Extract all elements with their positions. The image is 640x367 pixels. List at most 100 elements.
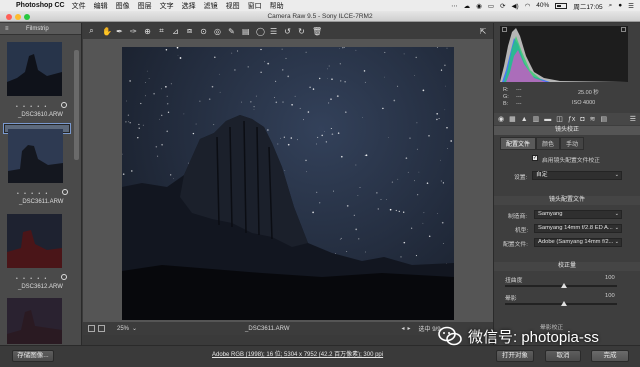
menu-image[interactable]: 图像 (116, 1, 130, 11)
rotate-right-icon[interactable]: ↻ (298, 27, 305, 36)
menu-help[interactable]: 帮助 (270, 1, 284, 11)
graduated-filter-icon[interactable]: ▤ (242, 27, 250, 36)
crop-tool-icon[interactable]: ⌗ (158, 26, 165, 36)
transform-tool-icon[interactable]: ⧈ (186, 26, 193, 36)
filmstrip-thumb[interactable]: • • • • • _DSC3610.ARW (4, 38, 70, 122)
white-balance-tool-icon[interactable]: ✒ (116, 27, 123, 36)
prev-image-icon[interactable]: ◂ (402, 325, 405, 332)
highlight-clipping-warning-icon[interactable] (621, 27, 626, 32)
tab-camera-calibration-icon[interactable]: ◘ (580, 116, 584, 123)
profile-select[interactable]: Adobe (Samyang 14mm f/2... ⌄ (534, 238, 622, 247)
tab-tone-curve-icon[interactable]: ▦ (509, 115, 516, 123)
sync-icon[interactable]: ⟳ (500, 2, 505, 10)
make-select[interactable]: Samyang ⌄ (534, 210, 622, 219)
menu-type[interactable]: 文字 (160, 1, 174, 11)
zoom-tool-icon[interactable]: ⌕ (88, 26, 95, 36)
preferences-icon[interactable]: ☰ (270, 27, 277, 36)
panel-menu-icon[interactable]: ☰ (630, 115, 636, 123)
tab-hsl-icon[interactable]: ▥ (533, 115, 540, 123)
rgb-r-value: --- (516, 87, 522, 93)
app-menu[interactable]: Photoshop CC (16, 2, 65, 9)
radial-filter-icon[interactable]: ◯ (256, 27, 265, 36)
shadow-clipping-warning-icon[interactable] (502, 27, 507, 32)
rating-stars[interactable]: • • • • • (16, 276, 48, 282)
spotlight-icon[interactable]: ⌕ (609, 2, 613, 10)
zoom-out-icon[interactable] (88, 325, 95, 332)
clock[interactable]: 周二17:05 (573, 1, 602, 11)
menu-filter[interactable]: 滤镜 (204, 1, 218, 11)
workflow-options-link[interactable]: Adobe RGB (1998); 16 位; 5304 x 7952 (42.… (212, 349, 383, 358)
filmstrip-thumb[interactable]: • • • • • _DSC3612.ARW (4, 210, 70, 294)
vignette-value[interactable]: 100 (605, 293, 615, 299)
menu-layer[interactable]: 图层 (138, 1, 152, 11)
model-select[interactable]: Samyang 14mm f/2.8 ED A... ⌄ (534, 224, 622, 233)
star (183, 113, 185, 115)
adjustment-brush-icon[interactable]: ✎ (228, 27, 235, 36)
done-button[interactable]: 完成 (591, 350, 629, 362)
subtab-profile[interactable]: 配置文件 (500, 137, 537, 150)
tab-effects-icon[interactable]: ƒx (568, 116, 575, 123)
battery-icon[interactable] (555, 2, 568, 9)
subtab-color[interactable]: 颜色 (536, 137, 561, 150)
next-image-icon[interactable]: ▸ (408, 325, 411, 332)
rating-stars[interactable]: • • • • • (17, 191, 49, 198)
menu-view[interactable]: 视图 (226, 1, 240, 11)
tab-snapshots-icon[interactable]: ▤ (600, 115, 607, 123)
preview-image[interactable] (122, 47, 454, 320)
minimize-window-icon[interactable] (15, 13, 21, 20)
color-sampler-tool-icon[interactable]: ✑ (130, 27, 137, 36)
fullscreen-toggle-icon[interactable]: ⇱ (476, 23, 490, 39)
cloud-icon[interactable]: ☁ (464, 2, 471, 10)
save-image-button[interactable]: 存储图像... (12, 350, 54, 362)
filmstrip-thumb[interactable] (4, 294, 70, 344)
targeted-adjustment-tool-icon[interactable]: ⊕ (144, 27, 151, 36)
filmstrip-menu-icon[interactable]: ≡ (5, 23, 9, 35)
tab-detail-icon[interactable]: ▲ (521, 116, 528, 123)
cancel-button[interactable]: 取消 (545, 350, 581, 362)
rotate-left-icon[interactable]: ↺ (284, 27, 291, 36)
filmstrip-thumb-selected[interactable]: • • • • • _DSC3611.ARW (3, 123, 71, 205)
zoom-window-icon[interactable] (24, 13, 30, 20)
star (355, 164, 357, 166)
zoom-dropdown-icon[interactable]: ⌄ (132, 325, 137, 332)
setup-select[interactable]: 自定 ⌄ (532, 171, 622, 180)
menu-select[interactable]: 选择 (182, 1, 196, 11)
red-eye-tool-icon[interactable]: ◎ (214, 27, 221, 36)
enable-profile-checkbox[interactable]: ✓ (532, 155, 538, 161)
distortion-slider-knob[interactable] (561, 283, 567, 288)
volume-icon[interactable]: ◀) (511, 2, 518, 10)
display-icon[interactable]: ▭ (488, 2, 494, 10)
star (436, 112, 439, 115)
open-object-button[interactable]: 打开对象 (496, 350, 534, 362)
star (255, 95, 257, 97)
eye-icon[interactable]: ◉ (476, 2, 482, 10)
user-avatar-icon[interactable]: ● (618, 2, 622, 9)
tab-basic-icon[interactable]: ◉ (498, 115, 504, 123)
menu-edit[interactable]: 编辑 (94, 1, 108, 11)
rating-stars[interactable]: • • • • • (16, 104, 48, 110)
notification-list-icon[interactable]: ☰ (628, 2, 634, 10)
star (305, 51, 307, 53)
vignette-slider-knob[interactable] (561, 301, 567, 306)
zoom-in-icon[interactable] (98, 325, 105, 332)
hand-tool-icon[interactable]: ✋ (102, 27, 112, 36)
spot-removal-tool-icon[interactable]: ⊙ (200, 27, 207, 36)
iso-value: ISO 4000 (572, 100, 596, 106)
distortion-value[interactable]: 100 (605, 275, 615, 281)
straighten-tool-icon[interactable]: ⊿ (172, 27, 179, 36)
star (122, 173, 125, 175)
star (403, 53, 405, 55)
tab-lens-corrections-icon[interactable]: ◫ (556, 115, 563, 123)
menu-window[interactable]: 窗口 (248, 1, 262, 11)
subtab-manual[interactable]: 手动 (560, 137, 585, 150)
status-dots-icon[interactable]: ⋯ (451, 2, 458, 10)
close-window-icon[interactable] (6, 13, 12, 20)
histogram[interactable] (500, 26, 628, 82)
filmstrip-scrollbar[interactable] (74, 50, 79, 160)
tab-presets-icon[interactable]: ≋ (590, 115, 596, 123)
wifi-icon[interactable]: ◠ (525, 2, 531, 10)
menu-file[interactable]: 文件 (72, 1, 86, 11)
zoom-level[interactable]: 25% (117, 326, 129, 332)
trash-icon[interactable]: 🗑 (312, 27, 322, 36)
tab-split-toning-icon[interactable]: ▬ (544, 116, 551, 123)
